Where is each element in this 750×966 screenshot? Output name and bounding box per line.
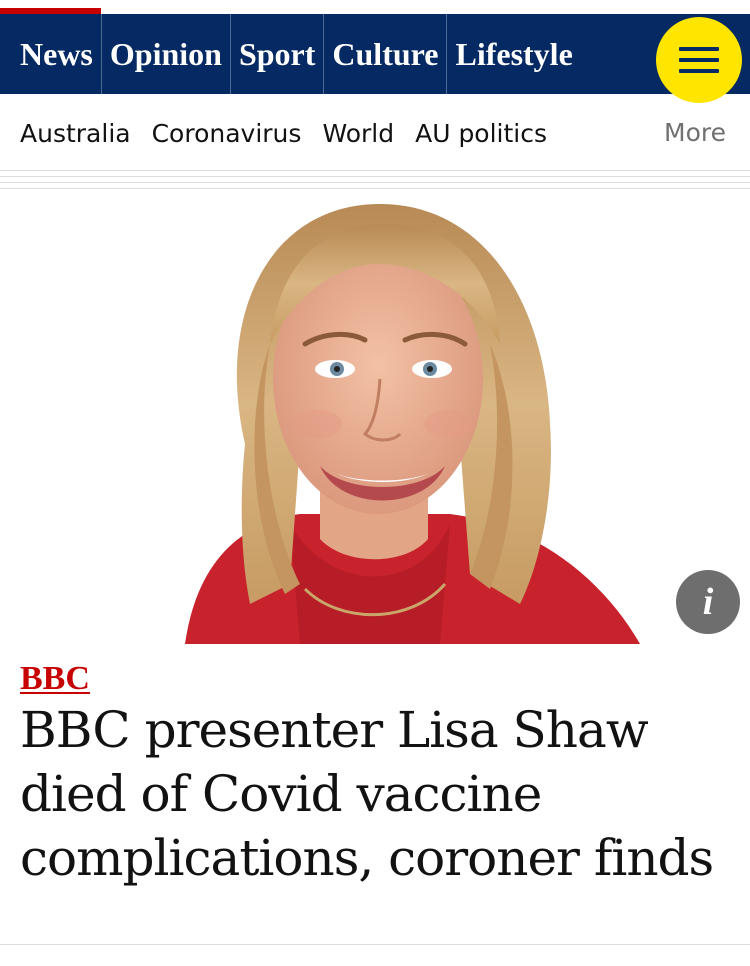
image-info-button[interactable]: i xyxy=(676,570,740,634)
hamburger-menu-icon xyxy=(679,47,719,73)
pillar-lifestyle[interactable]: Lifestyle xyxy=(447,14,580,94)
pillar-label: Culture xyxy=(332,35,439,72)
subnav-item-au-politics[interactable]: AU politics xyxy=(415,119,547,148)
pillar-culture[interactable]: Culture xyxy=(324,14,448,94)
article-kicker-link[interactable]: BBC xyxy=(20,660,90,698)
portrait-illustration xyxy=(185,204,640,644)
subnav-item-coronavirus[interactable]: Coronavirus xyxy=(152,119,302,148)
pillar-nav: News Opinion Sport Culture Lifestyle xyxy=(0,8,750,103)
sub-nav: Australia Coronavirus World AU politics … xyxy=(0,94,750,172)
active-pillar-indicator xyxy=(0,8,101,14)
pillar-label: Opinion xyxy=(109,35,222,72)
menu-button[interactable] xyxy=(656,17,742,103)
hero-image xyxy=(0,194,750,644)
pillar-label: Lifestyle xyxy=(455,35,573,72)
article-headline: BBC presenter Lisa Shaw died of Covid va… xyxy=(20,701,714,887)
pillar-opinion[interactable]: Opinion xyxy=(102,14,231,94)
pillar-label: Sport xyxy=(238,35,316,72)
pillar-sport[interactable]: Sport xyxy=(231,14,325,94)
subnav-more-link[interactable]: More xyxy=(664,118,726,147)
divider xyxy=(0,944,750,945)
subnav-item-world[interactable]: World xyxy=(322,119,394,148)
pillar-label: News xyxy=(20,35,93,72)
section-divider xyxy=(0,170,750,194)
info-icon: i xyxy=(702,581,714,623)
subnav-item-australia[interactable]: Australia xyxy=(20,119,131,148)
pillar-news[interactable]: News xyxy=(0,8,102,94)
